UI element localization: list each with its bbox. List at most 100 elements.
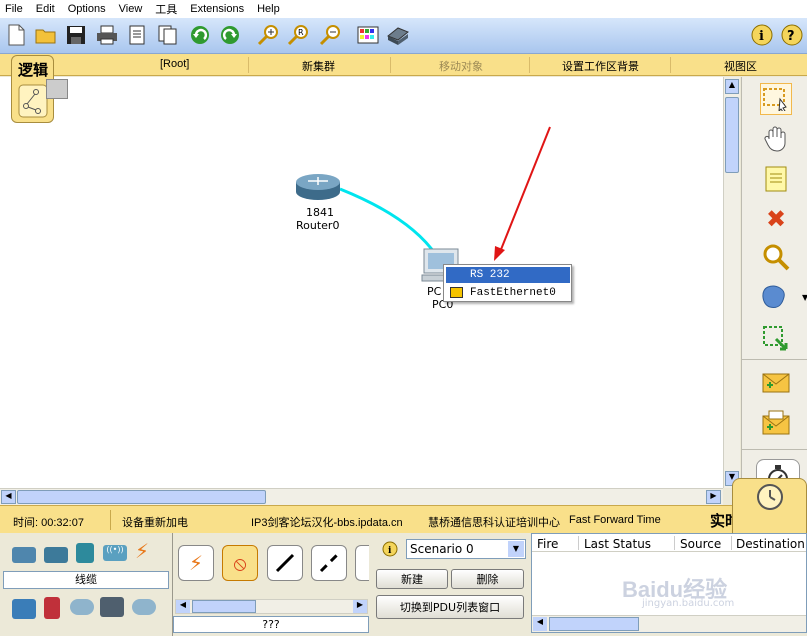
column-last-status[interactable]: Last Status (584, 537, 651, 551)
custom-device-icon[interactable] (386, 23, 410, 47)
menu-edit[interactable]: Edit (31, 3, 63, 15)
menu-extensions[interactable]: Extensions (185, 3, 252, 15)
console-cable[interactable] (339, 187, 438, 256)
scroll-thumb[interactable] (17, 490, 266, 504)
delete-icon[interactable]: ✖ (760, 203, 792, 235)
switches-category-icon[interactable] (44, 547, 68, 563)
scroll-thumb[interactable] (549, 617, 639, 631)
info-icon[interactable]: i (750, 23, 774, 47)
end-devices-category-icon[interactable] (12, 599, 36, 619)
menu-file[interactable]: File (0, 3, 31, 15)
column-fire[interactable]: Fire (537, 537, 558, 551)
divider (390, 57, 391, 73)
divider (670, 57, 671, 73)
pdu-table-scrollbar[interactable]: ◀ (532, 615, 806, 632)
save-icon[interactable] (64, 23, 88, 47)
auto-connection-icon[interactable]: ⚡ (178, 545, 214, 581)
scroll-left-button[interactable]: ◀ (533, 617, 547, 631)
logical-workspace-bar: [Root] 新集群 移动对象 设置工作区背景 视图区 (0, 54, 807, 76)
viewport-button[interactable]: 视图区 (724, 58, 757, 74)
wireless-category-icon[interactable]: ((•)) (103, 545, 127, 561)
pdu-table-header: Fire Last Status Source Destination (532, 534, 806, 552)
open-folder-icon[interactable] (34, 23, 58, 47)
hubs-category-icon[interactable] (76, 543, 94, 563)
note-icon[interactable] (760, 163, 792, 195)
wan-emulation-category-icon[interactable] (70, 599, 94, 615)
delete-scenario-button[interactable]: 删除 (451, 569, 524, 589)
security-category-icon[interactable] (44, 597, 60, 619)
activity-wizard-icon[interactable] (126, 23, 150, 47)
menu-bar: File Edit Options View 工具 Extensions Hel… (0, 0, 807, 18)
undo-icon[interactable] (188, 23, 212, 47)
fast-forward-time-button[interactable]: Fast Forward Time (569, 514, 661, 526)
add-simple-pdu-icon[interactable] (760, 367, 792, 399)
divider (248, 57, 249, 73)
router-icon[interactable] (296, 174, 340, 200)
palette-icon[interactable] (356, 23, 380, 47)
divider (529, 57, 530, 73)
router-model-label: 1841 (306, 206, 334, 219)
cable-scrollbar[interactable]: ◀ ▶ (175, 599, 368, 614)
print-icon[interactable] (95, 23, 119, 47)
scroll-right-button[interactable]: ▶ (706, 490, 721, 504)
multiuser-category-icon[interactable] (132, 599, 156, 615)
console-cable-icon[interactable]: ⦸ (222, 545, 258, 581)
workspace-horizontal-scrollbar[interactable]: ◀ ▶ (0, 488, 723, 505)
inspect-icon[interactable] (760, 241, 792, 273)
logical-workspace[interactable]: 1841 Router0 PC PC0 (0, 77, 723, 488)
cluster-thumbnail-icon[interactable] (46, 79, 68, 99)
routers-category-icon[interactable] (12, 547, 36, 563)
scroll-left-button[interactable]: ◀ (176, 600, 190, 613)
straight-through-cable-icon[interactable] (267, 545, 303, 581)
scenario-info-icon[interactable]: i (382, 541, 398, 557)
draw-shape-icon[interactable] (760, 281, 792, 313)
column-destination[interactable]: Destination (736, 537, 805, 551)
new-file-icon[interactable] (4, 23, 28, 47)
root-button[interactable]: [Root] (160, 58, 189, 70)
resize-shape-icon[interactable] (760, 323, 792, 355)
realtime-tab[interactable] (732, 478, 807, 534)
scroll-thumb[interactable] (725, 97, 739, 173)
workspace-canvas (296, 126, 551, 282)
move-object-button[interactable]: 移动对象 (439, 58, 483, 74)
scenario-select[interactable]: Scenario 0 ▼ (406, 539, 526, 559)
toggle-pdu-list-button[interactable]: 切换到PDU列表窗口 (376, 595, 524, 619)
workspace-vertical-scrollbar[interactable]: ▲ ▼ (723, 77, 740, 488)
help-icon[interactable]: ? (780, 23, 804, 47)
menu-tools[interactable]: 工具 (150, 1, 185, 17)
annotation-arrow (499, 126, 551, 253)
crossover-cable-icon[interactable] (311, 545, 347, 581)
custom-devices-category-icon[interactable] (100, 597, 124, 617)
scroll-right-button[interactable]: ▶ (353, 600, 367, 613)
select-icon[interactable] (760, 83, 792, 115)
more-cables-icon[interactable] (355, 545, 369, 581)
copy-icon[interactable] (156, 23, 180, 47)
menu-view[interactable]: View (114, 3, 151, 15)
set-background-button[interactable]: 设置工作区背景 (562, 58, 639, 74)
chevron-down-icon[interactable]: ▼ (508, 541, 524, 557)
redo-icon[interactable] (218, 23, 242, 47)
new-cluster-button[interactable]: 新集群 (302, 58, 335, 74)
connections-category-icon[interactable]: ⚡ (135, 539, 149, 563)
type-label: ??? (173, 616, 369, 633)
scroll-up-button[interactable]: ▲ (725, 79, 739, 94)
menu-options[interactable]: Options (63, 3, 114, 15)
divider (674, 536, 675, 550)
port-context-menu: RS 232 FastEthernet0 (443, 264, 572, 302)
menu-item-fastethernet0[interactable]: FastEthernet0 (446, 285, 570, 301)
add-complex-pdu-icon[interactable] (760, 407, 792, 439)
zoom-out-icon[interactable] (318, 23, 342, 47)
column-source[interactable]: Source (680, 537, 721, 551)
svg-text:i: i (388, 546, 392, 556)
zoom-reset-icon[interactable]: R (286, 23, 310, 47)
shape-dropdown-icon[interactable]: ▼ (802, 293, 807, 302)
connection-type-panel: ⚡ ⦸ ◀ ▶ ??? (173, 533, 369, 636)
menu-help[interactable]: Help (252, 3, 288, 15)
move-hand-icon[interactable] (760, 123, 792, 155)
scroll-thumb[interactable] (192, 600, 256, 613)
zoom-in-icon[interactable] (256, 23, 280, 47)
new-scenario-button[interactable]: 新建 (376, 569, 448, 589)
scroll-left-button[interactable]: ◀ (1, 490, 16, 504)
power-cycle-button[interactable]: 设备重新加电 (122, 514, 188, 530)
menu-item-rs232[interactable]: RS 232 (446, 267, 570, 283)
